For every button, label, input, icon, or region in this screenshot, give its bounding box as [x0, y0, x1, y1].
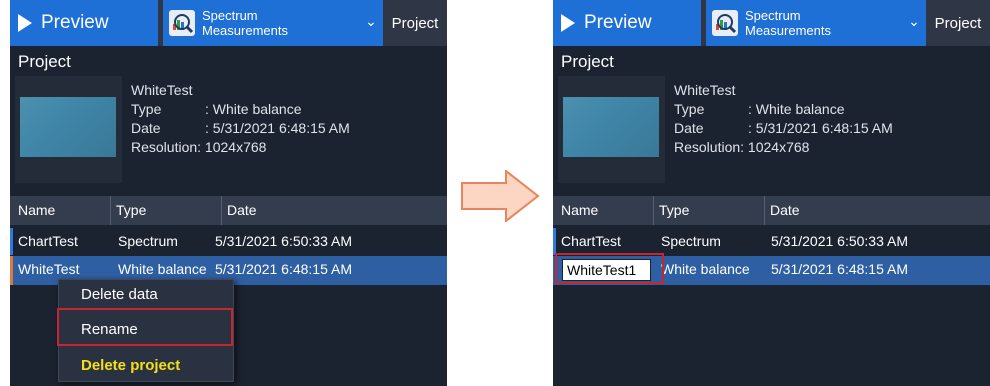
- spectrum-measurements-button[interactable]: Spectrum Measurements ⌄: [706, 0, 926, 46]
- spectrum-label-line1: Spectrum: [745, 8, 801, 23]
- info-type-value: : White balance: [205, 101, 302, 117]
- chevron-down-icon[interactable]: ⌄: [361, 11, 381, 31]
- info-date-key: Date: [674, 120, 704, 136]
- table-row[interactable]: ChartTest Spectrum 5/31/2021 6:50:33 AM: [553, 228, 990, 255]
- preview-button[interactable]: Preview: [553, 0, 701, 46]
- preview-label: Preview: [584, 12, 652, 33]
- info-resolution-key: Resolution: [131, 139, 198, 155]
- arrow-right-icon: [461, 170, 540, 222]
- spectrum-search-icon: [712, 10, 738, 36]
- column-type[interactable]: Type: [659, 202, 689, 218]
- column-date[interactable]: Date: [227, 202, 257, 218]
- menu-item-delete-data[interactable]: Delete data: [81, 286, 158, 303]
- cell-date: 5/31/2021 6:48:15 AM: [771, 261, 908, 277]
- spectrum-label-line2: Measurements: [202, 23, 288, 38]
- info-name: WhiteTest: [131, 82, 193, 98]
- table-row[interactable]: ChartTest Spectrum 5/31/2021 6:50:33 AM: [10, 228, 447, 255]
- play-icon: [18, 14, 32, 32]
- chevron-down-icon[interactable]: ⌄: [904, 11, 924, 31]
- project-info: WhiteTest Type : White balance Date : 5/31…: [131, 81, 350, 157]
- info-type-key: Type: [674, 101, 705, 117]
- spectrum-label-line2: Measurements: [745, 23, 831, 38]
- spectrum-label-line1: Spectrum: [202, 8, 258, 23]
- info-type-key: Type: [131, 101, 162, 117]
- row-accent: [10, 228, 13, 255]
- cell-date: 5/31/2021 6:48:15 AM: [215, 261, 352, 277]
- cell-date: 5/31/2021 6:50:33 AM: [215, 233, 352, 249]
- info-type-value: : White balance: [748, 101, 845, 117]
- spectrum-label: Spectrum Measurements: [202, 8, 322, 38]
- info-date-value: : 5/31/2021 6:48:15 AM: [205, 120, 350, 136]
- cell-name: ChartTest: [18, 233, 78, 249]
- cell-type: White balance: [661, 261, 750, 277]
- cell-type: Spectrum: [118, 233, 178, 249]
- cell-name: WhiteTest: [18, 261, 80, 277]
- panel-title: Project: [561, 52, 614, 71]
- table-header: Name Type Date: [553, 196, 990, 225]
- column-name[interactable]: Name: [18, 202, 55, 218]
- info-date-value: : 5/31/2021 6:48:15 AM: [748, 120, 893, 136]
- row-accent: [553, 228, 556, 255]
- info-resolution-key: Resolution: [674, 139, 741, 155]
- info-resolution-value: : 1024x768: [197, 139, 267, 155]
- project-tab[interactable]: Project: [383, 0, 447, 46]
- cell-type: Spectrum: [661, 233, 721, 249]
- info-name: WhiteTest: [674, 82, 736, 98]
- top-toolbar: Preview Spectrum Measurements ⌄ Project: [553, 0, 990, 46]
- spectrum-measurements-button[interactable]: Spectrum Measurements ⌄: [163, 0, 383, 46]
- column-type[interactable]: Type: [116, 202, 146, 218]
- menu-item-delete-project[interactable]: Delete project: [81, 357, 180, 374]
- cell-date: 5/31/2021 6:50:33 AM: [771, 233, 908, 249]
- project-thumbnail: [563, 97, 659, 157]
- top-toolbar: Preview Spectrum Measurements ⌄ Project: [10, 0, 447, 46]
- preview-label: Preview: [41, 12, 109, 33]
- cell-name: ChartTest: [561, 233, 621, 249]
- spectrum-label: Spectrum Measurements: [745, 8, 865, 38]
- column-divider[interactable]: [653, 196, 654, 225]
- rename-highlight-box: [57, 308, 233, 346]
- play-icon: [561, 14, 575, 32]
- rename-highlight-box: [555, 253, 664, 284]
- row-accent: [10, 256, 13, 285]
- column-divider[interactable]: [764, 196, 765, 225]
- cell-type: White balance: [118, 261, 207, 277]
- project-panel-after: Preview Spectrum Measurements ⌄ Project …: [553, 0, 990, 386]
- column-divider[interactable]: [221, 196, 222, 225]
- column-divider[interactable]: [110, 196, 111, 225]
- table-header: Name Type Date: [10, 196, 447, 225]
- spectrum-search-icon: [169, 10, 195, 36]
- info-date-key: Date: [131, 120, 161, 136]
- project-panel-before: Preview Spectrum Measurements ⌄ Project …: [10, 0, 447, 386]
- preview-button[interactable]: Preview: [10, 0, 158, 46]
- project-info: WhiteTest Type : White balance Date : 5/31…: [674, 81, 893, 157]
- project-tab[interactable]: Project: [926, 0, 990, 46]
- project-thumbnail: [20, 97, 116, 157]
- panel-title: Project: [18, 52, 71, 71]
- info-resolution-value: : 1024x768: [740, 139, 810, 155]
- column-date[interactable]: Date: [770, 202, 800, 218]
- column-name[interactable]: Name: [561, 202, 598, 218]
